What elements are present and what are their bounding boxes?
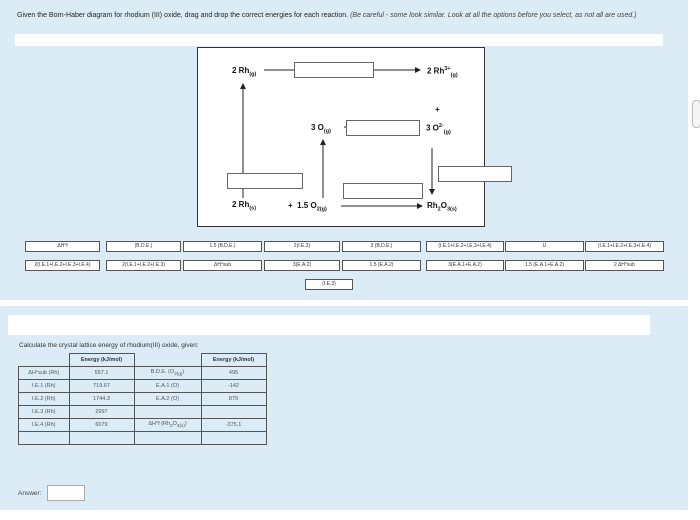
dropzone-lattice[interactable]: [438, 166, 512, 182]
table-cell: 6079: [68, 418, 135, 432]
table-row: I.E.1 (Rh) 719.67 E.A.1 (O) -142: [18, 379, 267, 393]
table-row: I.E.2 (Rh) 1744.3 E.A.2 (O) 879: [18, 392, 267, 406]
table-cell: 495: [200, 366, 267, 380]
answer-bar-bottom: [8, 315, 650, 335]
option-tile[interactable]: 1.5 (B.D.E.): [183, 241, 262, 252]
table-row: ΔH°sub (Rh) 557.1 B.D.E. (O2(g)) 495: [18, 366, 267, 380]
table-cell: [133, 405, 202, 419]
label-1-5-o2: + 1.5 O2(g): [288, 201, 327, 213]
section-divider: [0, 300, 688, 306]
option-tile[interactable]: (I.E.1+I.E.2+I.E.3+I.E.4): [585, 241, 664, 252]
label-2rh-s: 2 Rh(s): [232, 200, 257, 212]
table-cell: [18, 431, 70, 445]
table-cell: 719.67: [68, 379, 135, 393]
label-3o2minus-g: 3 O2-(g): [426, 123, 451, 136]
table-cell: 2997: [68, 405, 135, 419]
energy-table: Energy (kJ/mol) Energy (kJ/mol) ΔH°sub (…: [18, 353, 267, 445]
option-tile[interactable]: ΔH°f: [25, 241, 100, 252]
dropzone-electron-affinity[interactable]: [346, 120, 420, 136]
option-tile[interactable]: ΔH°sub: [183, 260, 262, 271]
table-header: Energy (kJ/mol): [200, 353, 267, 367]
label-rh2o3-s: Rh2O3(s): [427, 201, 457, 213]
table-cell: ΔH°f (Rh2O3(s)): [133, 418, 202, 432]
option-tile[interactable]: U: [505, 241, 584, 252]
table-header: Energy (kJ/mol): [68, 353, 135, 367]
table-cell: E.A.1 (O): [133, 379, 202, 393]
dropzone-sublimation[interactable]: [227, 173, 303, 189]
table-spacer: [133, 353, 201, 367]
label-plus: +: [435, 105, 440, 114]
option-tile[interactable]: 2(I.E.1+I.E.2+I.E.3+I.E.4): [25, 260, 100, 271]
table-cell: I.E.1 (Rh): [18, 379, 70, 393]
instructions: Given the Born-Haber diagram for rhodium…: [17, 12, 637, 19]
option-tile[interactable]: (I.E.1+I.E.2+I.E.3+I.E.4): [426, 241, 504, 252]
option-tile[interactable]: (B.D.E.): [106, 241, 181, 252]
option-tile[interactable]: 1.5 (E.A.1+E.A.2): [505, 260, 584, 271]
table-cell: E.A.2 (O): [133, 392, 202, 406]
table-cell: I.E.4 (Rh): [18, 418, 70, 432]
table-cell: [68, 431, 135, 445]
table-cell: I.E.2 (Rh): [18, 392, 70, 406]
option-tile[interactable]: 1.5 (E.A.2): [342, 260, 421, 271]
table-row: I.E.4 (Rh) 6079 ΔH°f (Rh2O3(s)) -375.1: [18, 418, 267, 432]
option-tile[interactable]: 3(E.A.2): [264, 260, 340, 271]
option-tile[interactable]: 2 ΔH°sub: [585, 260, 664, 271]
table-row: I.E.3 (Rh) 2997: [18, 405, 267, 419]
dropzone-ionization[interactable]: [294, 62, 374, 78]
label-2rh-g: 2 Rh(g): [232, 66, 257, 78]
table-cell: 879: [200, 392, 267, 406]
table-cell: [133, 431, 202, 445]
table-cell: [200, 405, 267, 419]
answer-label: Answer:: [18, 490, 42, 497]
option-tile[interactable]: 2(I.E.3): [264, 241, 340, 252]
table-cell: 1744.3: [68, 392, 135, 406]
table-cell: -375.1: [200, 418, 267, 432]
option-tile[interactable]: 3(E.A.1+E.A.2): [426, 260, 504, 271]
table-corner: [19, 354, 70, 367]
option-tile[interactable]: 3 (B.D.E.): [342, 241, 421, 252]
table-cell: [200, 431, 267, 445]
scrollbar[interactable]: [692, 100, 700, 128]
table-cell: ΔH°sub (Rh): [18, 366, 70, 380]
table-cell: -142: [200, 379, 267, 393]
table-cell: I.E.3 (Rh): [18, 405, 70, 419]
lattice-question: Calculate the crystal lattice energy of …: [19, 342, 199, 349]
option-tile[interactable]: (I.E.3): [305, 279, 353, 290]
label-3o-g: 3 O(g): [311, 123, 331, 135]
option-tile[interactable]: 2(I.E.1+I.E.2+I.E.3): [106, 260, 181, 271]
answer-input[interactable]: [47, 485, 85, 501]
dropzone-bond-dissociation[interactable]: [343, 183, 423, 199]
label-2rh3plus-g: 2 Rh3+(g): [427, 66, 458, 79]
answer-bar-top: [15, 34, 663, 46]
born-haber-diagram: 2 Rh(g) 2 Rh3+(g) + 3 O(g) 3 O2-(g) 2 Rh…: [197, 47, 512, 227]
table-cell: B.D.E. (O2(g)): [133, 366, 202, 380]
table-cell: 557.1: [68, 366, 135, 380]
